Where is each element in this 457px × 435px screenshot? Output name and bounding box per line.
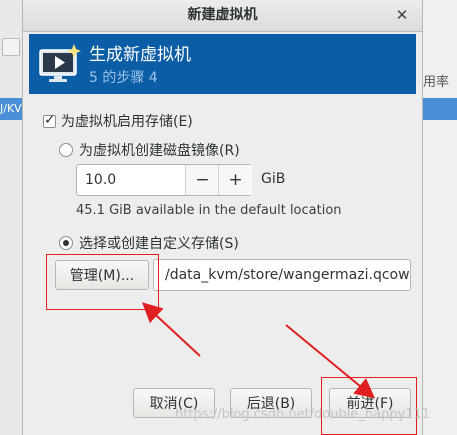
- decrement-button[interactable]: −: [185, 165, 219, 195]
- disk-size-stepper[interactable]: 10.0 − +: [76, 164, 252, 196]
- enable-storage-label[interactable]: 为虚拟机启用存储(E): [61, 111, 193, 131]
- column-header-fragment: 用率: [423, 75, 450, 90]
- disk-size-unit: GiB: [261, 171, 286, 187]
- selected-row-fragment: J/KV: [0, 98, 22, 120]
- selected-row-fragment-right: [423, 98, 457, 120]
- dialog-title: 新建虚拟机: [187, 7, 258, 23]
- watermark: https://blog.csdn.net/double_happy111: [175, 407, 431, 422]
- create-disk-radio[interactable]: [59, 143, 73, 157]
- toolbar-icon: [2, 38, 20, 56]
- background-window-left: J/KV: [0, 0, 22, 435]
- close-icon[interactable]: ✕: [392, 0, 412, 31]
- custom-storage-radio[interactable]: [59, 236, 73, 250]
- new-vm-dialog: 新建虚拟机 ✕ 生成新虚拟机 5 的步骤 4 ✓ 为虚拟机启用存储(E) 为虚拟…: [22, 0, 423, 435]
- radio-selected-dot: [63, 240, 69, 246]
- storage-path-input[interactable]: /data_kvm/store/wangermazi.qcow2: [153, 259, 411, 291]
- custom-storage-label[interactable]: 选择或创建自定义存储(S): [79, 233, 239, 253]
- background-window-right: 用率: [423, 0, 457, 435]
- dialog-titlebar: 新建虚拟机 ✕: [23, 0, 422, 32]
- create-disk-label[interactable]: 为虚拟机创建磁盘镜像(R): [79, 140, 240, 160]
- wizard-header: 生成新虚拟机 5 的步骤 4: [29, 34, 416, 94]
- increment-button[interactable]: +: [218, 165, 252, 195]
- disk-size-value[interactable]: 10.0: [85, 165, 116, 195]
- enable-storage-checkbox[interactable]: ✓: [43, 112, 56, 128]
- available-space-text: 45.1 GiB available in the default locati…: [76, 203, 342, 218]
- monitor-icon: [39, 44, 81, 82]
- wizard-step-indicator: 5 的步骤 4: [89, 70, 158, 86]
- checkmark-icon: ✓: [44, 112, 56, 128]
- annotation-box-manage: [46, 254, 159, 310]
- annotation-box-forward: [321, 377, 417, 435]
- wizard-title: 生成新虚拟机: [89, 45, 191, 65]
